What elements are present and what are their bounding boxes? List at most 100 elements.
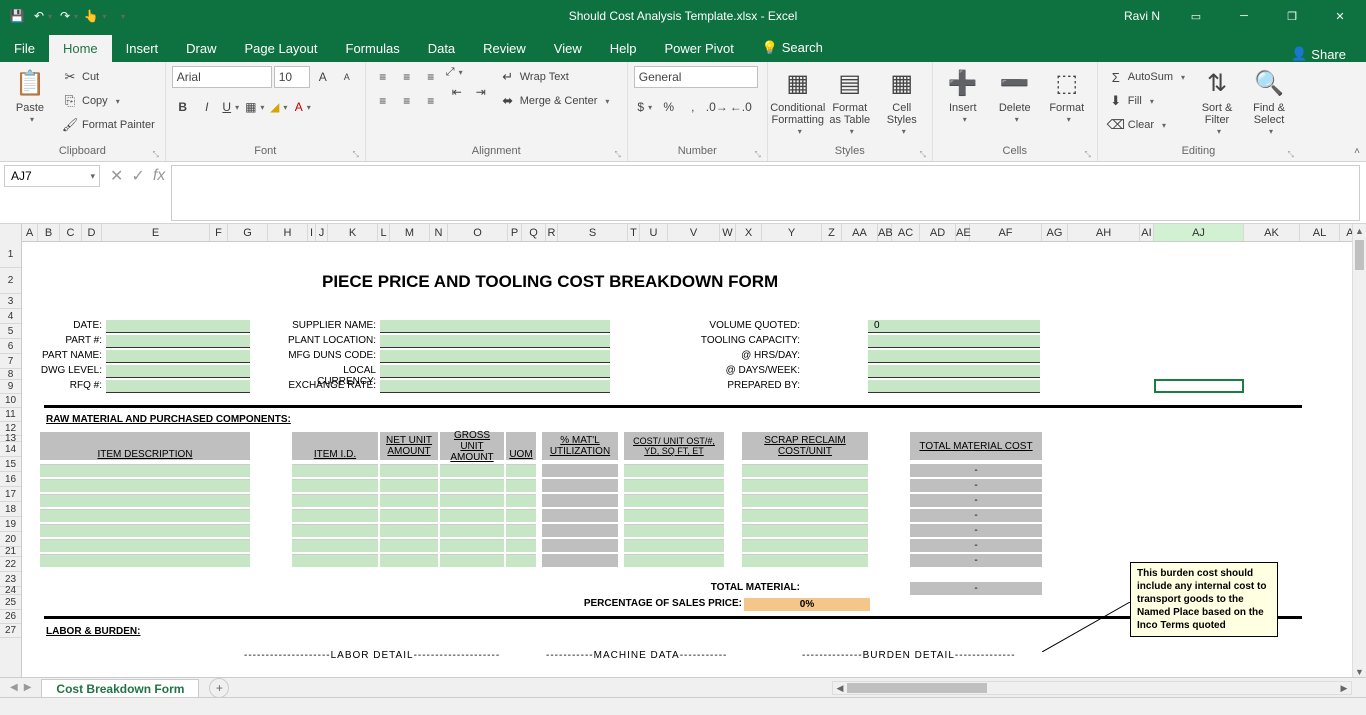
column-header[interactable]: E (102, 224, 210, 241)
table-cell[interactable] (292, 479, 378, 492)
selected-cell[interactable] (1154, 379, 1244, 393)
column-header[interactable]: AJ (1154, 224, 1244, 241)
column-header[interactable]: C (60, 224, 82, 241)
format-as-table-button[interactable]: ▤Format as Table▾ (826, 66, 874, 139)
tab-review[interactable]: Review (469, 35, 540, 62)
column-header[interactable]: AD (920, 224, 956, 241)
row-header[interactable]: 24 (0, 587, 21, 595)
tab-insert[interactable]: Insert (112, 35, 173, 62)
table-cell[interactable] (292, 464, 378, 477)
fill-button[interactable]: ⬇Fill▾ (1104, 90, 1189, 112)
table-cell[interactable] (506, 479, 536, 492)
accounting-format-button[interactable]: $▾ (634, 96, 656, 118)
table-cell[interactable] (292, 524, 378, 537)
row-header[interactable]: 17 (0, 487, 21, 502)
form-input-field[interactable] (106, 365, 250, 378)
italic-button[interactable]: I (196, 96, 218, 118)
table-cell[interactable] (742, 539, 868, 552)
scroll-up-icon[interactable]: ▲ (1353, 224, 1366, 238)
qat-customize-icon[interactable]: ▾ (112, 7, 130, 25)
column-header[interactable]: S (558, 224, 628, 241)
row-header[interactable]: 18 (0, 502, 21, 517)
tab-draw[interactable]: Draw (172, 35, 230, 62)
column-header[interactable]: N (430, 224, 448, 241)
row-header[interactable]: 26 (0, 610, 21, 624)
fill-color-button[interactable]: ◢▾ (268, 96, 290, 118)
table-cell[interactable] (506, 554, 536, 567)
table-cell[interactable] (292, 509, 378, 522)
column-header[interactable]: Y (762, 224, 822, 241)
comma-button[interactable]: , (682, 96, 704, 118)
collapse-ribbon-icon[interactable]: ˄ (1354, 146, 1360, 157)
table-cell[interactable] (40, 464, 250, 477)
table-cell[interactable] (380, 554, 438, 567)
row-header[interactable]: 21 (0, 547, 21, 557)
table-cell[interactable] (380, 479, 438, 492)
column-header[interactable]: AA (842, 224, 878, 241)
table-cell[interactable] (440, 494, 504, 507)
underline-button[interactable]: U▾ (220, 96, 242, 118)
sheet-content[interactable]: PIECE PRICE AND TOOLING COST BREAKDOWN F… (22, 242, 1352, 679)
tab-help[interactable]: Help (596, 35, 651, 62)
column-header[interactable]: B (38, 224, 60, 241)
form-input-field[interactable] (380, 380, 610, 393)
orientation-button[interactable]: ⤢▾ (446, 66, 492, 79)
table-cell[interactable] (440, 464, 504, 477)
row-header[interactable]: 1 (0, 242, 21, 268)
table-cell[interactable] (624, 554, 724, 567)
align-left-button[interactable]: ≡ (372, 90, 394, 112)
table-cell[interactable] (624, 524, 724, 537)
tab-page-layout[interactable]: Page Layout (231, 35, 332, 62)
next-sheet-icon[interactable]: ▶ (24, 682, 32, 693)
column-header[interactable]: D (82, 224, 102, 241)
column-header[interactable]: K (328, 224, 378, 241)
table-cell[interactable] (624, 509, 724, 522)
row-header[interactable]: 10 (0, 394, 21, 408)
row-header[interactable]: 14 (0, 442, 21, 457)
form-input-field[interactable] (106, 335, 250, 348)
hscroll-thumb[interactable] (847, 683, 987, 693)
number-format-combo[interactable]: General (634, 66, 758, 88)
row-header[interactable]: 25 (0, 595, 21, 610)
table-cell[interactable] (292, 494, 378, 507)
cancel-formula-icon[interactable]: ✕ (110, 166, 123, 186)
close-button[interactable]: ✕ (1318, 0, 1362, 32)
table-cell[interactable] (624, 479, 724, 492)
form-input-field[interactable] (868, 380, 1040, 393)
select-all-corner[interactable] (0, 224, 22, 242)
align-right-button[interactable]: ≡ (420, 90, 442, 112)
user-name[interactable]: Ravi N (1114, 9, 1170, 23)
row-header[interactable]: 8 (0, 369, 21, 380)
table-cell[interactable] (506, 464, 536, 477)
table-cell[interactable] (40, 539, 250, 552)
save-icon[interactable]: 💾 (8, 7, 26, 25)
table-cell[interactable] (292, 539, 378, 552)
paste-button[interactable]: 📋 Paste▾ (6, 66, 54, 127)
table-cell[interactable] (40, 509, 250, 522)
copy-button[interactable]: ⎘Copy▾ (58, 90, 159, 112)
font-size-combo[interactable]: 10 (274, 66, 310, 88)
column-header[interactable]: L (378, 224, 390, 241)
table-cell[interactable] (506, 494, 536, 507)
table-cell[interactable] (624, 494, 724, 507)
table-cell[interactable] (292, 554, 378, 567)
column-header[interactable]: F (210, 224, 228, 241)
formula-input[interactable] (171, 165, 1360, 221)
column-header[interactable]: AE (956, 224, 970, 241)
column-header[interactable]: X (736, 224, 762, 241)
table-cell[interactable] (380, 524, 438, 537)
font-name-combo[interactable]: Arial (172, 66, 272, 88)
form-input-field[interactable] (868, 335, 1040, 348)
tab-formulas[interactable]: Formulas (332, 35, 414, 62)
table-cell[interactable] (742, 554, 868, 567)
form-input-field[interactable] (868, 365, 1040, 378)
tab-data[interactable]: Data (414, 35, 469, 62)
table-cell[interactable] (380, 494, 438, 507)
sort-filter-button[interactable]: ⇅Sort & Filter▾ (1193, 66, 1241, 139)
scroll-thumb[interactable] (1355, 240, 1364, 270)
column-header[interactable]: G (228, 224, 268, 241)
column-header[interactable]: I (308, 224, 316, 241)
font-color-button[interactable]: A▾ (292, 96, 314, 118)
maximize-button[interactable]: ❐ (1270, 0, 1314, 32)
table-cell[interactable] (380, 464, 438, 477)
